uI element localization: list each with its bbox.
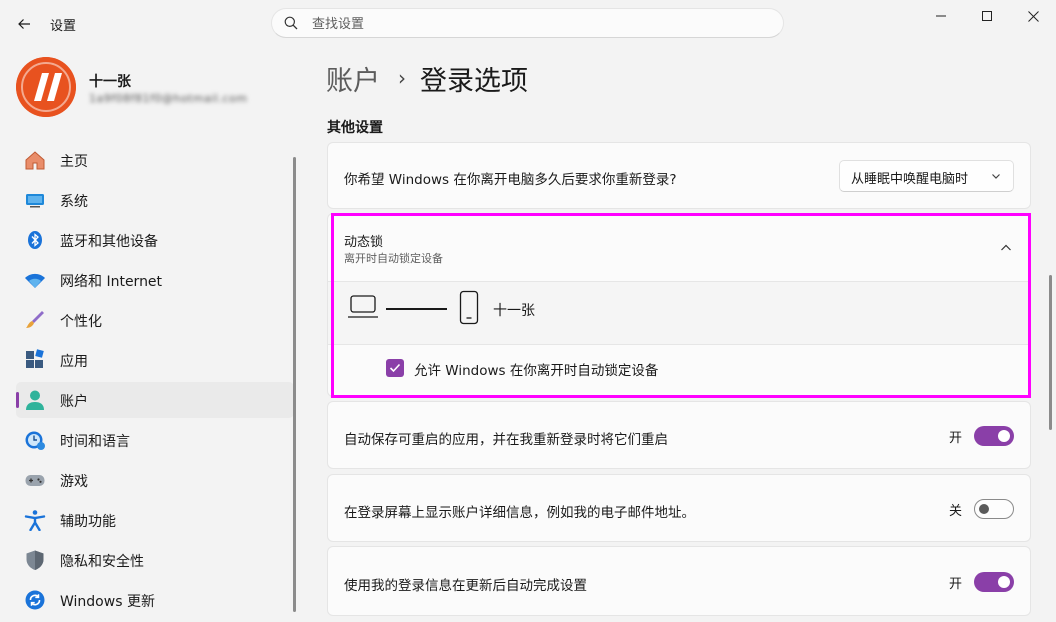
sidebar-item-label: 系统: [60, 194, 88, 210]
home-icon: [24, 149, 46, 171]
sidebar-item-time-language[interactable]: 时间和语言: [16, 422, 294, 458]
avatar[interactable]: [16, 57, 76, 117]
main-scrollbar[interactable]: [1049, 275, 1052, 430]
sidebar-item-label: 蓝牙和其他设备: [60, 234, 158, 250]
sidebar-item-label: 应用: [60, 354, 88, 370]
sidebar-item-home[interactable]: 主页: [16, 142, 294, 178]
device-name: 十一张: [493, 303, 535, 319]
dynamic-lock-card: 动态锁 离开时自动锁定设备 十一张 允许 Windows 在你离开时自动锁定设备: [327, 213, 1031, 397]
breadcrumb: 账户 › 登录选项: [326, 58, 528, 98]
relogin-dropdown[interactable]: 从睡眠中唤醒电脑时: [839, 160, 1014, 192]
relogin-text: 你希望 Windows 在你离开电脑多久后要求你重新登录?: [344, 172, 677, 188]
sidebar-item-label: 时间和语言: [60, 434, 130, 450]
breadcrumb-separator: ›: [398, 66, 406, 90]
accessibility-icon: [24, 509, 46, 531]
shield-icon: [24, 549, 46, 571]
profile-name: 十一张: [89, 74, 131, 90]
sidebar-item-label: 隐私和安全性: [60, 554, 144, 570]
sidebar-item-privacy[interactable]: 隐私和安全性: [16, 542, 294, 578]
avatar-logo-icon: [16, 57, 76, 117]
account-details-toggle-group: 关: [949, 499, 1014, 519]
sidebar-item-network[interactable]: 网络和 Internet: [16, 262, 294, 298]
paired-device-row: [328, 282, 1030, 344]
sidebar-item-label: 账户: [60, 394, 88, 410]
restart-apps-card: 自动保存可重启的应用，并在我重新登录时将它们重启 开: [327, 401, 1031, 469]
breadcrumb-parent[interactable]: 账户: [326, 59, 380, 98]
toggle-knob: [998, 430, 1010, 442]
search-input[interactable]: [310, 9, 774, 39]
system-icon: [24, 189, 46, 211]
apps-icon: [24, 349, 46, 371]
dynamic-lock-subtitle: 离开时自动锁定设备: [344, 252, 443, 265]
account-details-text: 在登录屏幕上显示账户详细信息，例如我的电子邮件地址。: [344, 505, 695, 521]
sidebar-item-gaming[interactable]: 游戏: [16, 462, 294, 498]
relogin-card: 你希望 Windows 在你离开电脑多久后要求你重新登录? 从睡眠中唤醒电脑时: [327, 142, 1031, 209]
back-arrow-icon: [18, 19, 30, 29]
sidebar-item-label: 网络和 Internet: [60, 274, 163, 290]
sidebar-item-label: Windows 更新: [60, 594, 155, 610]
dropdown-value: 从睡眠中唤醒电脑时: [851, 172, 969, 187]
auto-finish-setup-toggle-group: 开: [949, 572, 1014, 592]
section-title: 其他设置: [327, 120, 383, 136]
search-icon: [284, 16, 298, 30]
phone-icon: [459, 290, 479, 325]
brush-icon: [24, 309, 46, 331]
sidebar-item-windows-update[interactable]: Windows 更新: [16, 582, 294, 618]
bluetooth-icon: [24, 229, 46, 251]
maximize-icon: [982, 11, 992, 21]
gamepad-icon: [24, 469, 46, 491]
maximize-button[interactable]: [964, 0, 1010, 32]
sidebar-item-apps[interactable]: 应用: [16, 342, 294, 378]
active-indicator: [16, 392, 19, 408]
sidebar-item-label: 个性化: [60, 314, 102, 330]
toggle-state-label: 开: [948, 576, 962, 592]
minimize-button[interactable]: [918, 0, 964, 32]
toggle-state-label: 关: [948, 503, 962, 519]
auto-finish-setup-card: 使用我的登录信息在更新后自动完成设置 开: [327, 546, 1031, 616]
minimize-icon: [936, 15, 946, 17]
title-bar: 设置: [0, 0, 1056, 48]
account-icon: [24, 389, 46, 411]
sidebar-item-label: 辅助功能: [60, 514, 116, 530]
sidebar-scrollbar[interactable]: [293, 157, 296, 612]
restart-apps-text: 自动保存可重启的应用，并在我重新登录时将它们重启: [344, 432, 668, 448]
sidebar-item-personalization[interactable]: 个性化: [16, 302, 294, 338]
chevron-down-icon: [992, 174, 1000, 179]
profile-email: 1a9f08f81f0@hotmail.com: [89, 92, 248, 105]
account-details-card: 在登录屏幕上显示账户详细信息，例如我的电子邮件地址。 关: [327, 474, 1031, 542]
auto-finish-setup-toggle[interactable]: [974, 572, 1014, 592]
chevron-up-icon[interactable]: [1000, 243, 1012, 253]
update-icon: [24, 589, 46, 611]
sidebar-item-bluetooth[interactable]: 蓝牙和其他设备: [16, 222, 294, 258]
auto-lock-checkbox-label[interactable]: 允许 Windows 在你离开时自动锁定设备: [414, 359, 658, 379]
checkmark-icon: [389, 363, 401, 373]
search-box[interactable]: [271, 8, 784, 39]
time-language-icon: [24, 429, 46, 451]
auto-finish-setup-text: 使用我的登录信息在更新后自动完成设置: [344, 578, 587, 594]
close-icon: [1027, 10, 1039, 22]
sidebar-item-system[interactable]: 系统: [16, 182, 294, 218]
dynamic-lock-title: 动态锁: [344, 235, 384, 250]
page-title: 登录选项: [420, 65, 528, 97]
auto-lock-checkbox[interactable]: [386, 359, 404, 377]
laptop-icon: [348, 295, 378, 318]
restart-apps-toggle-group: 开: [949, 426, 1014, 446]
connection-line: [386, 308, 447, 310]
toggle-state-label: 开: [948, 430, 962, 446]
back-button[interactable]: [10, 10, 38, 38]
wifi-icon: [24, 269, 46, 291]
toggle-knob: [979, 504, 989, 514]
toggle-knob: [998, 576, 1010, 588]
sidebar-nav: 主页 系统 蓝牙和其他设备 网络和 Internet 个性化 应用 账户 时间和…: [16, 142, 294, 622]
restart-apps-toggle[interactable]: [974, 426, 1014, 446]
divider: [328, 344, 1030, 345]
close-button[interactable]: [1010, 0, 1056, 32]
sidebar-item-label: 游戏: [60, 474, 88, 490]
app-title: 设置: [50, 19, 77, 34]
sidebar-item-accounts[interactable]: 账户: [16, 382, 294, 418]
sidebar-item-label: 主页: [60, 154, 88, 170]
sidebar-item-accessibility[interactable]: 辅助功能: [16, 502, 294, 538]
account-details-toggle[interactable]: [974, 499, 1014, 519]
